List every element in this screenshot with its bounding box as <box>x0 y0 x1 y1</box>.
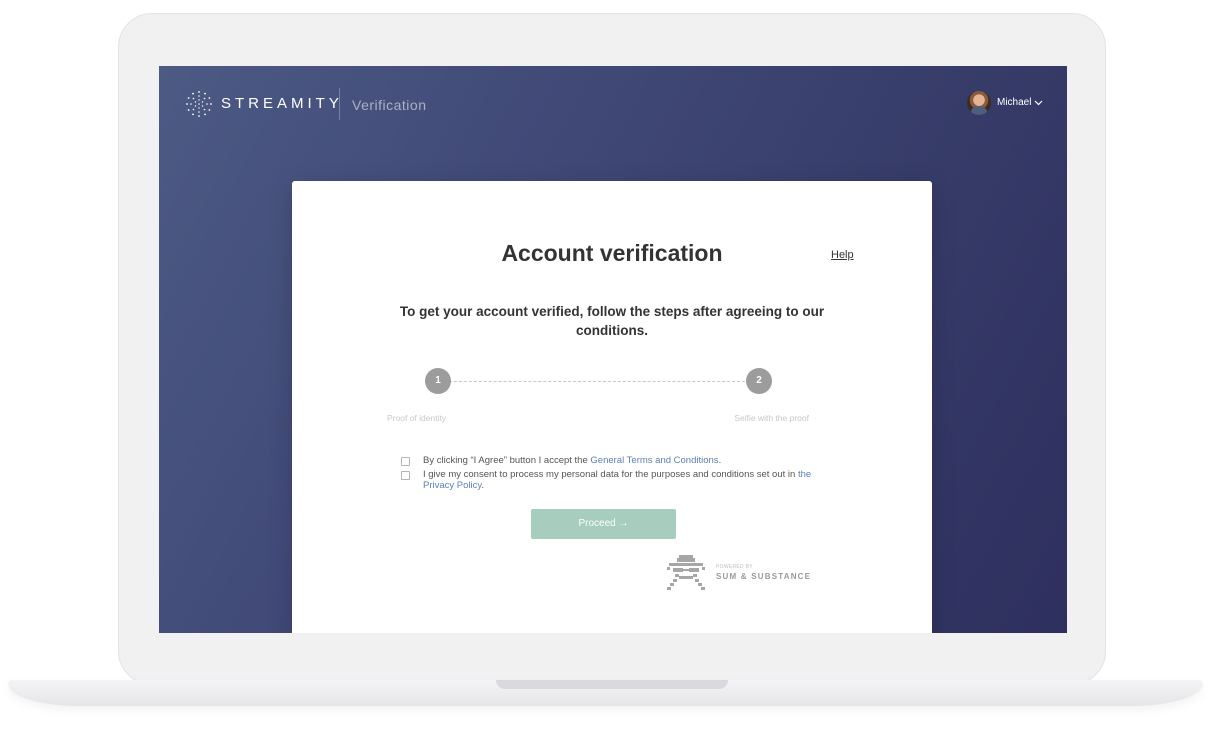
consent-list: By clicking “I Agree” button I accept th… <box>401 455 821 494</box>
step-2-label: Selfie with the proof <box>734 413 809 423</box>
steps-progress: 1 2 Proof of identity Selfie with the pr… <box>292 368 932 424</box>
terms-link[interactable]: General Terms and Conditions <box>590 455 718 466</box>
terms-checkbox[interactable] <box>401 457 410 466</box>
terms-consent-suffix: . <box>718 455 722 466</box>
chevron-down-icon <box>1035 100 1043 106</box>
step-connector <box>439 381 745 382</box>
sum-substance-logo-icon <box>667 555 705 590</box>
step-1-label: Proof of identity <box>387 413 447 423</box>
step-1-indicator: 1 <box>425 368 451 394</box>
instructions-text: To get your account verified, follow the… <box>399 304 825 338</box>
user-name: Michael <box>997 97 1032 108</box>
privacy-consent-lead: I give my consent to process my personal… <box>423 469 798 480</box>
privacy-consent-row: I give my consent to process my personal… <box>401 469 821 491</box>
privacy-checkbox[interactable] <box>401 471 410 480</box>
verification-card: Account verification Help To get your ac… <box>292 181 932 633</box>
spiral-dots-logo-icon[interactable] <box>185 90 213 118</box>
terms-consent-text: By clicking “I Agree” button I accept th… <box>423 455 721 466</box>
laptop-notch <box>496 680 728 689</box>
privacy-consent-text: I give my consent to process my personal… <box>423 469 821 491</box>
terms-consent-row: By clicking “I Agree” button I accept th… <box>401 455 821 466</box>
powered-by-text: POWERED BY SUM & SUBSTANCE <box>716 564 811 582</box>
brand-name: STREAMITY <box>221 95 343 112</box>
header-divider <box>339 88 340 120</box>
proceed-button[interactable]: Proceed → <box>531 509 676 539</box>
step-2-indicator: 2 <box>746 368 772 394</box>
powered-by-caption: POWERED BY <box>716 564 753 570</box>
help-link[interactable]: Help <box>831 249 854 262</box>
terms-consent-lead: By clicking “I Agree” button I accept th… <box>423 455 591 466</box>
laptop-screen: STREAMITY Verification Michael Account v… <box>159 66 1067 633</box>
user-avatar <box>967 91 991 115</box>
powered-by-brand: SUM & SUBSTANCE <box>716 572 812 581</box>
app-header: STREAMITY Verification Michael <box>159 66 1067 146</box>
privacy-consent-suffix: . <box>481 480 485 491</box>
user-menu[interactable]: Michael <box>967 90 1043 116</box>
header-section-title: Verification <box>352 97 427 113</box>
powered-by-badge: POWERED BY SUM & SUBSTANCE <box>664 554 811 592</box>
